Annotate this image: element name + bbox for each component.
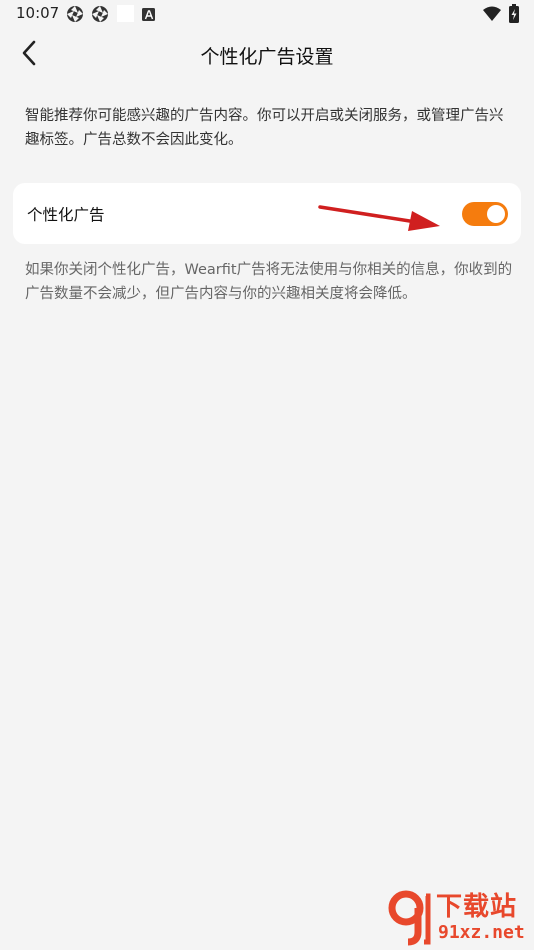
wifi-icon xyxy=(482,5,501,23)
page-title: 个性化广告设置 xyxy=(200,46,334,68)
watermark: 下载站 91xz.net xyxy=(388,886,534,948)
status-time: 10:07 xyxy=(16,4,60,22)
annotation-arrow-icon xyxy=(318,205,440,231)
watermark-brand: 下载站 xyxy=(436,892,518,922)
battery-charging-icon xyxy=(508,4,526,23)
app-header: 个性化广告设置 xyxy=(0,28,534,82)
aperture-icon xyxy=(66,5,84,23)
setting-label: 个性化广告 xyxy=(27,206,105,224)
blank-square-icon xyxy=(117,5,135,23)
intro-description: 智能推荐你可能感兴趣的广告内容。你可以开启或关闭服务，或管理广告兴趣标签。广告总… xyxy=(25,108,504,148)
footnote-description: 如果你关闭个性化广告，Wearfit广告将无法使用与你相关的信息，你收到的广告数… xyxy=(25,262,513,302)
status-bar: 10:07 xyxy=(0,0,534,28)
aperture-icon xyxy=(91,5,109,23)
toggle-knob xyxy=(487,205,505,223)
a-badge-icon xyxy=(142,7,160,25)
watermark-domain: 91xz.net xyxy=(438,922,525,943)
logo-icon xyxy=(388,890,431,946)
personalized-ads-toggle[interactable] xyxy=(462,202,508,226)
